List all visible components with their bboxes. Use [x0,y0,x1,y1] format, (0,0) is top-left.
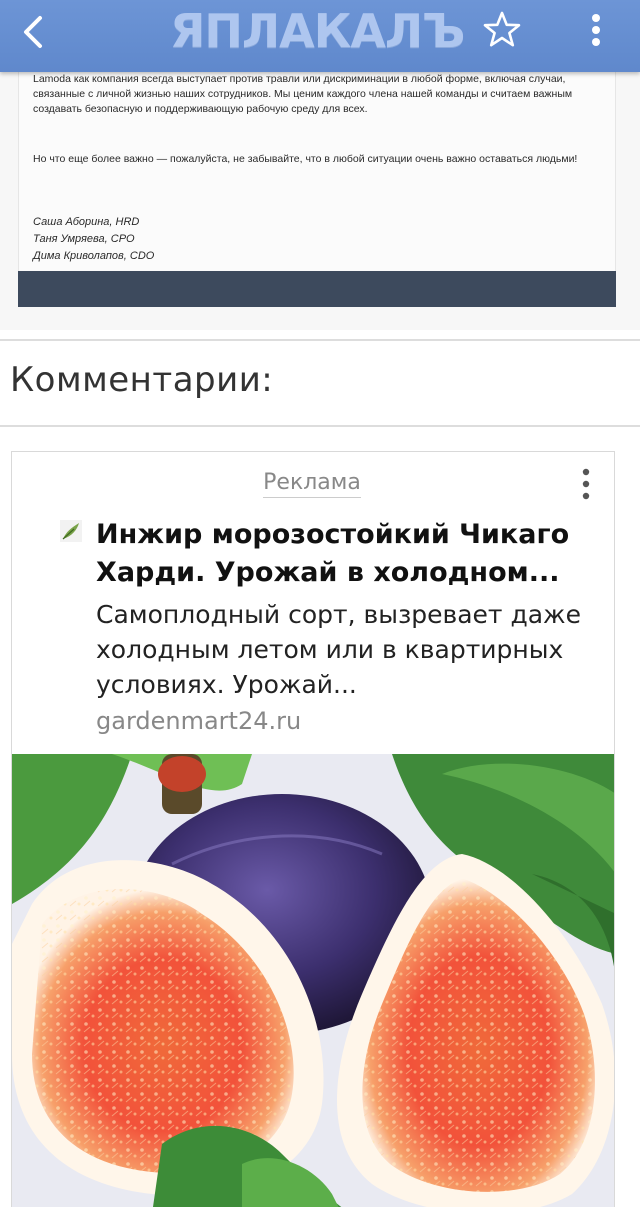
letter-signatures: Саша Аборина, HRD Таня Умряева, CPO Дима… [33,214,154,265]
ad-headline-line: Инжир морозостойкий Чикаго [96,519,570,550]
more-vertical-icon[interactable] [574,464,598,504]
ad-headline-line: Харди. Урожай в холодном... [96,557,560,588]
ad-description: Самоплодный сорт, вызревает даже холодны… [96,597,606,702]
chevron-left-icon[interactable] [14,10,54,54]
divider [0,339,640,341]
ad-label: Реклама [12,470,612,498]
comments-heading: Комментарии: [10,360,274,400]
leaf-favicon-icon [60,520,82,542]
divider [0,425,640,427]
site-logo[interactable]: ЯПЛАКАЛЪ [170,4,470,58]
letter-paper: Lamoda как компания всегда выступает про… [18,72,616,272]
letter-paragraph-1: Lamoda как компания всегда выступает про… [33,73,573,115]
letter-footer-bar [18,271,616,307]
app-bar: ЯПЛАКАЛЪ [0,0,640,72]
more-vertical-icon[interactable] [578,8,614,52]
signature-line: Саша Аборина, HRD [33,216,140,228]
signature-line: Таня Умряева, CPO [33,233,135,245]
ad-description-line: холодным летом или в квартирных [96,635,564,664]
ad-headline[interactable]: Инжир морозостойкий Чикаго Харди. Урожай… [96,516,601,592]
ad-domain-link[interactable]: gardenmart24.ru [96,707,301,735]
ad-image-figs[interactable] [12,754,614,1207]
ad-label-text: Реклама [263,470,361,498]
post-image-letter: Lamoda как компания всегда выступает про… [0,72,640,330]
ad-description-line: условиях. Урожай... [96,670,357,699]
star-outline-icon[interactable] [478,8,526,52]
ad-description-line: Самоплодный сорт, вызревает даже [96,600,581,629]
signature-line: Дима Криволапов, CDO [33,250,155,262]
letter-paragraph-2: Но что еще более важно — пожалуйста, не … [33,153,578,165]
ad-card[interactable]: Реклама Инжир морозостойкий Чикаго Харди… [11,451,615,1207]
